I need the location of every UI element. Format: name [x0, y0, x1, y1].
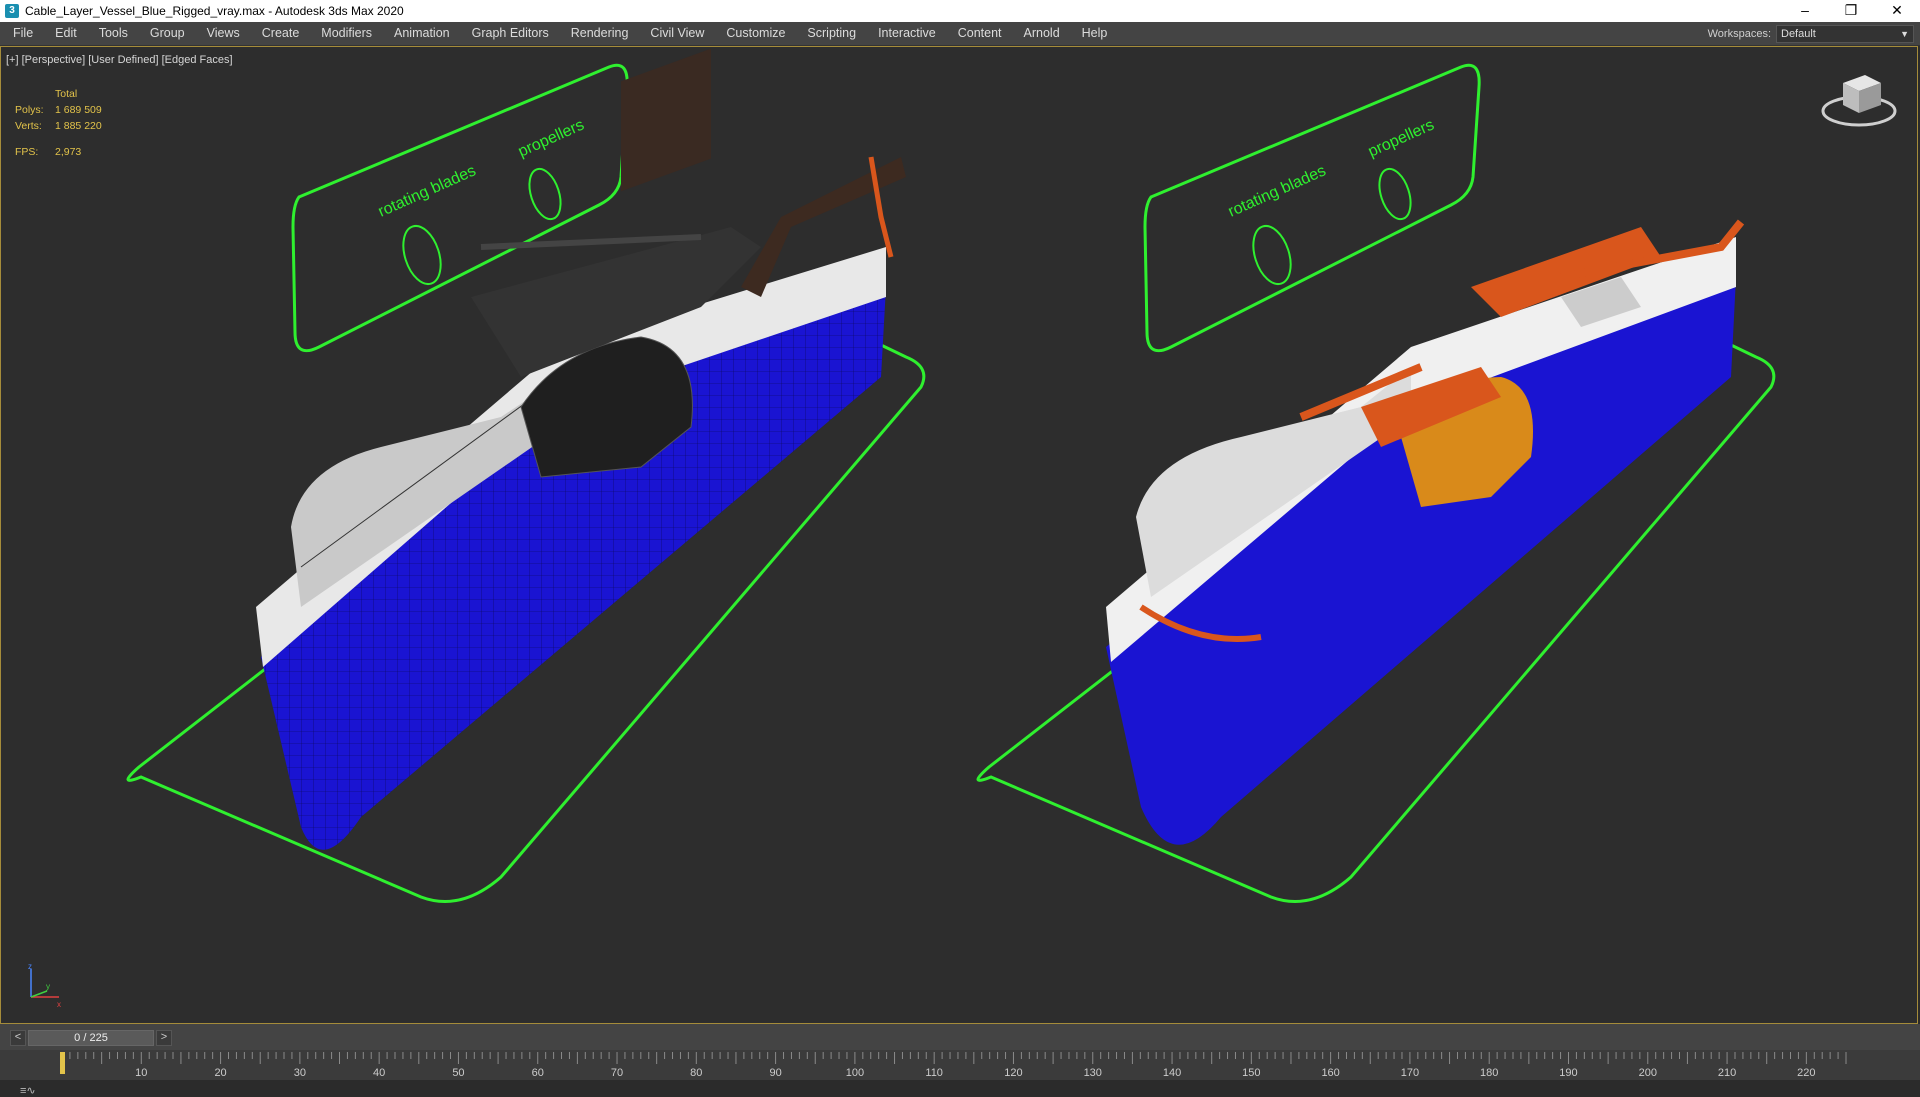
polys-value: 1 689 509	[55, 104, 102, 116]
ruler-label: 130	[1084, 1067, 1102, 1079]
right-control-panel[interactable]	[1143, 63, 1481, 353]
ruler-label: 160	[1321, 1067, 1339, 1079]
ruler-label: 10	[135, 1067, 147, 1079]
close-button[interactable]: ✕	[1874, 0, 1920, 22]
verts-value: 1 885 220	[55, 120, 102, 132]
ruler-label: 140	[1163, 1067, 1181, 1079]
left-propellers-label: propellers	[516, 117, 587, 161]
curve-editor-icon[interactable]: ≡∿	[20, 1084, 36, 1097]
time-slider-panel: < 0 / 225 > ≡∿ 10 20 30 40 50 60 70 80 90 100 110 1…	[0, 1024, 1920, 1097]
menu-create[interactable]: Create	[251, 22, 311, 45]
menu-edit[interactable]: Edit	[44, 22, 88, 45]
menu-scripting[interactable]: Scripting	[796, 22, 867, 45]
window-title: Cable_Layer_Vessel_Blue_Rigged_vray.max …	[25, 4, 404, 18]
ruler-label: 120	[1004, 1067, 1022, 1079]
axis-tripod-icon: z x y	[28, 963, 61, 1009]
ruler-label: 190	[1559, 1067, 1577, 1079]
right-rotating-blades-label: rotating blades	[1226, 162, 1329, 220]
perspective-viewport[interactable]: rotating blades propellers rotating blad…	[0, 46, 1918, 1024]
menu-bar: File Edit Tools Group Views Create Modif…	[0, 22, 1920, 46]
axis-y-label: y	[46, 982, 50, 991]
ruler-label: 50	[452, 1067, 464, 1079]
next-frame-button[interactable]: >	[156, 1030, 172, 1046]
menu-rendering[interactable]: Rendering	[560, 22, 640, 45]
workspace-value: Default	[1781, 27, 1816, 40]
ruler-label: 110	[925, 1067, 943, 1079]
menu-graph-editors[interactable]: Graph Editors	[461, 22, 560, 45]
time-slider-thumb[interactable]: 0 / 225	[28, 1030, 154, 1046]
menu-help[interactable]: Help	[1071, 22, 1119, 45]
ruler-label: 220	[1797, 1067, 1815, 1079]
ruler-label: 210	[1718, 1067, 1736, 1079]
time-slider[interactable]: < 0 / 225 >	[10, 1030, 172, 1046]
viewport-label[interactable]: [+] [Perspective] [User Defined] [Edged …	[6, 54, 233, 66]
left-rotating-blades-label: rotating blades	[376, 162, 479, 220]
track-bar-ruler: 10 20 30 40 50 60 70 80 90 100 110 120 130 140 150 160 1…	[58, 1050, 1858, 1080]
current-frame-marker[interactable]	[60, 1052, 65, 1074]
scene-canvas[interactable]: rotating blades propellers rotating blad…	[1, 47, 1918, 1024]
ruler-label: 100	[846, 1067, 864, 1079]
ruler-label: 80	[690, 1067, 702, 1079]
ruler-label: 70	[611, 1067, 623, 1079]
right-vessel-shaded[interactable]	[1106, 47, 1745, 845]
menu-arnold[interactable]: Arnold	[1013, 22, 1071, 45]
ruler-label: 30	[294, 1067, 306, 1079]
viewport-statistics: Total Polys: 1 689 509 Verts: 1 885 220 FP…	[15, 86, 102, 160]
menu-interactive[interactable]: Interactive	[867, 22, 947, 45]
ruler-label: 200	[1639, 1067, 1657, 1079]
axis-x-label: x	[57, 1000, 61, 1009]
axis-z-label: z	[28, 963, 32, 971]
menu-group[interactable]: Group	[139, 22, 196, 45]
stats-header: Total	[55, 88, 78, 100]
menu-animation[interactable]: Animation	[383, 22, 461, 45]
ruler-label: 40	[373, 1067, 385, 1079]
fps-label: FPS:	[15, 146, 39, 158]
ruler-label: 170	[1401, 1067, 1419, 1079]
menu-modifiers[interactable]: Modifiers	[310, 22, 383, 45]
ruler-label: 60	[532, 1067, 544, 1079]
verts-label: Verts:	[15, 120, 42, 132]
menu-content[interactable]: Content	[947, 22, 1013, 45]
app-icon[interactable]: 3	[5, 4, 19, 18]
ruler-label: 90	[769, 1067, 781, 1079]
track-bar[interactable]: ≡∿ 10 20 30 40 50 60 70 80 90 100 110 120 130 140 150 1…	[0, 1050, 1920, 1097]
restore-button[interactable]: ❐	[1828, 0, 1874, 22]
menu-views[interactable]: Views	[196, 22, 251, 45]
menu-civil-view[interactable]: Civil View	[639, 22, 715, 45]
minimize-button[interactable]: –	[1782, 0, 1828, 22]
prev-frame-button[interactable]: <	[10, 1030, 26, 1046]
menu-tools[interactable]: Tools	[88, 22, 139, 45]
viewcube-icon[interactable]	[1819, 69, 1899, 131]
ruler-label: 20	[214, 1067, 226, 1079]
workspace-select[interactable]: Default ▼	[1776, 24, 1914, 43]
workspace-switcher: Workspaces: Default ▼	[1708, 22, 1914, 45]
right-propellers-label: propellers	[1366, 117, 1437, 161]
chevron-down-icon: ▼	[1900, 28, 1909, 39]
menu-file[interactable]: File	[0, 22, 44, 45]
ruler-label: 180	[1480, 1067, 1498, 1079]
left-vessel-wireframe[interactable]	[256, 48, 906, 850]
fps-value: 2,973	[55, 146, 82, 158]
window-controls: – ❐ ✕	[1782, 0, 1920, 22]
polys-label: Polys:	[15, 104, 44, 116]
title-bar: 3 Cable_Layer_Vessel_Blue_Rigged_vray.ma…	[0, 0, 1920, 22]
ruler-label: 150	[1242, 1067, 1260, 1079]
menu-customize[interactable]: Customize	[715, 22, 796, 45]
workspace-label: Workspaces:	[1707, 27, 1771, 40]
